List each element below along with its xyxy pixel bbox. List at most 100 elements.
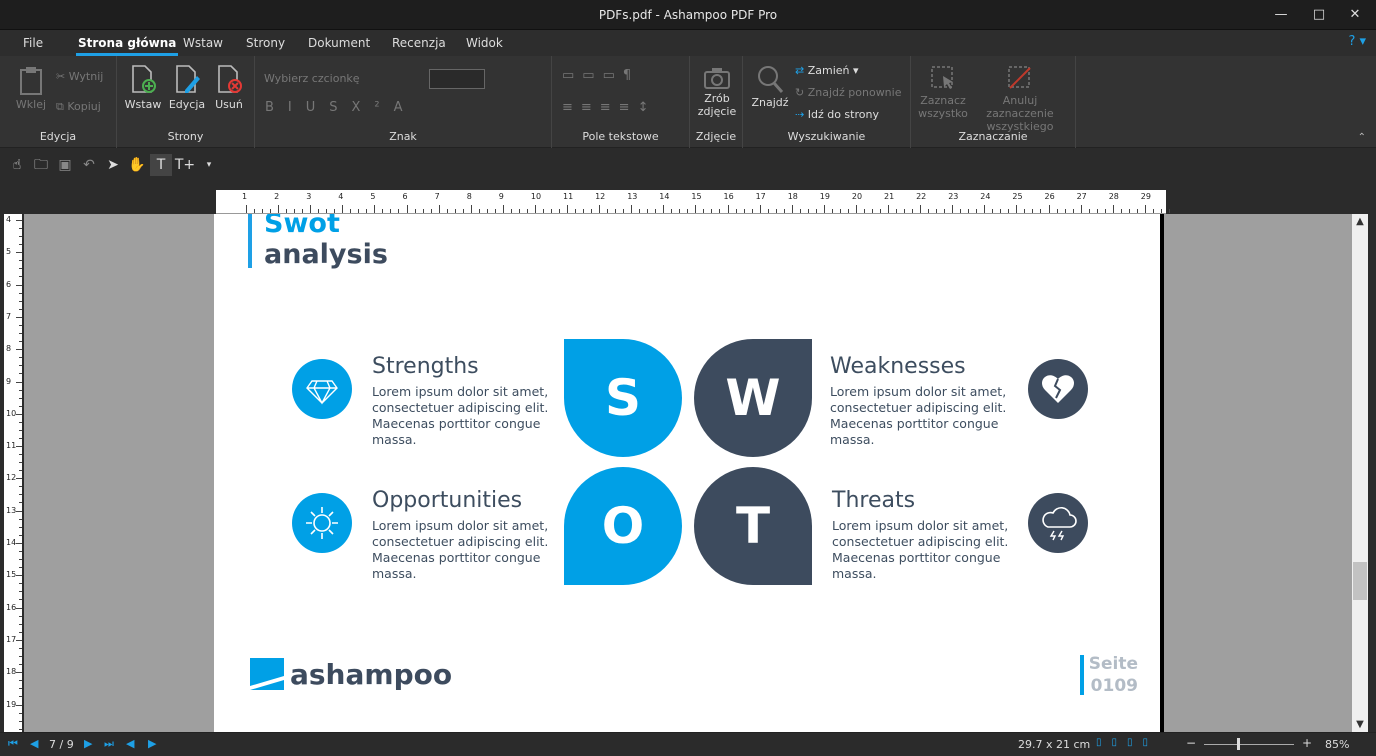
ruler-tick <box>19 623 22 625</box>
snapshot-button[interactable]: Zrób zdjęcie <box>696 66 738 118</box>
delete-page-button[interactable]: Usuń <box>211 64 247 111</box>
next-page-icon[interactable]: ▶ <box>84 737 92 750</box>
page-number: 0109 <box>1090 676 1138 696</box>
zoom-in-icon[interactable]: + <box>1302 736 1312 750</box>
menu-strona-glowna[interactable]: Strona główna <box>75 36 179 56</box>
menu-recenzja[interactable]: Recenzja <box>392 36 446 50</box>
close-button[interactable]: ✕ <box>1340 4 1370 26</box>
find-button[interactable]: Znajdź <box>751 64 789 109</box>
ruler-tick <box>19 332 22 334</box>
ruler-tick <box>19 437 22 439</box>
ruler-tick <box>1136 209 1138 213</box>
ruler-tick <box>567 205 568 213</box>
customize-toolbar-icon[interactable]: ▾ <box>198 154 220 176</box>
ruler-tick <box>398 209 400 213</box>
ruler-tick <box>647 209 649 213</box>
ruler-tick-label: 7 <box>434 192 440 201</box>
replace-button[interactable]: ⇄ Zamień ▾ <box>795 64 859 77</box>
ruler-tick <box>19 389 22 391</box>
ribbon: Wklej ✂ Wytnij ⧉ Kopiuj Edycja Wstaw Edy… <box>0 56 1376 148</box>
ruler-tick <box>1104 209 1106 213</box>
group-pole-tekstowe: ▭▭▭¶ ≡≡≡≡↕ Pole tekstowe <box>552 56 690 148</box>
font-size-select[interactable] <box>429 69 485 89</box>
title-accent-bar <box>248 214 252 268</box>
brand-name: ashampoo <box>290 658 453 691</box>
insert-page-button[interactable]: Wstaw <box>123 64 163 111</box>
menu-wstaw[interactable]: Wstaw <box>183 36 223 50</box>
collapse-ribbon-button[interactable]: ⌃ <box>1358 132 1366 143</box>
view-mode-icons[interactable]: ▯▯▯▯ <box>1096 737 1158 748</box>
format-buttons[interactable]: BIUSX²A <box>265 100 417 115</box>
ruler-tick <box>19 712 22 714</box>
ruler-tick <box>334 209 336 213</box>
font-select[interactable]: Wybierz czcionkę <box>264 72 360 85</box>
ruler-tick <box>912 209 913 213</box>
select-all-button[interactable]: Zaznacz wszystko <box>917 64 969 120</box>
ruler-tick <box>1160 209 1162 213</box>
open-folder-icon[interactable]: 🗀 <box>30 154 52 176</box>
ruler-tick <box>1032 209 1034 213</box>
ruler-tick <box>326 209 328 213</box>
ruler-tick <box>743 209 745 213</box>
zoom-slider-thumb[interactable] <box>1237 738 1240 750</box>
first-page-icon[interactable]: ⏮ <box>8 737 18 751</box>
menu-dokument[interactable]: Dokument <box>308 36 370 50</box>
ruler-tick-label: 3 <box>306 192 312 201</box>
group-label: Edycja <box>39 130 77 143</box>
paste-button[interactable]: Wklej <box>14 66 48 111</box>
add-text-icon[interactable]: T+ <box>174 154 196 176</box>
ruler-tick <box>19 365 22 367</box>
page-indicator[interactable]: 7 / 9 <box>49 738 74 751</box>
ruler-tick <box>767 209 769 213</box>
history-forward-icon[interactable]: ▶ <box>148 737 156 750</box>
menu-widok[interactable]: Widok <box>466 36 503 50</box>
ruler-tick <box>1040 209 1042 213</box>
help-button[interactable]: ? ▾ <box>1348 34 1366 49</box>
zoom-level[interactable]: 85% <box>1325 738 1349 751</box>
menu-strony[interactable]: Strony <box>246 36 285 50</box>
scroll-up-icon[interactable]: ▲ <box>1352 216 1368 227</box>
ruler-tick <box>751 209 753 213</box>
ruler-tick-label: 8 <box>466 192 472 201</box>
align-buttons[interactable]: ≡≡≡≡↕ <box>562 100 656 115</box>
scroll-down-icon[interactable]: ▼ <box>1352 719 1368 730</box>
scrollbar-thumb[interactable] <box>1353 562 1367 600</box>
zoom-out-icon[interactable]: − <box>1186 736 1196 750</box>
deselect-all-button[interactable]: Anuluj zaznaczenie wszystkiego <box>969 64 1071 133</box>
goto-page-button[interactable]: ⇢ Idź do strony <box>795 108 879 121</box>
cut-button[interactable]: ✂ Wytnij <box>56 70 112 83</box>
ruler-tick-label: 19 <box>819 192 830 201</box>
ruler-tick <box>19 228 22 229</box>
ruler-tick <box>358 209 360 213</box>
find-again-button[interactable]: ↻ Znajdź ponownie <box>795 86 901 99</box>
copy-icon: ⧉ <box>56 100 68 113</box>
ruler-tick-label: 2 <box>274 192 280 201</box>
ruler-tick <box>262 209 263 213</box>
pan-hand-icon[interactable]: ✋ <box>126 154 148 176</box>
hand-pointer-icon[interactable]: ☝ <box>6 154 28 176</box>
undo-icon[interactable]: ↶ <box>78 154 100 176</box>
ruler-tick <box>791 205 793 213</box>
minimize-button[interactable]: — <box>1266 4 1296 26</box>
zoom-slider[interactable] <box>1204 744 1294 745</box>
select-cursor-icon[interactable]: ➤ <box>102 154 124 176</box>
last-page-icon[interactable]: ⏭ <box>104 737 114 751</box>
vertical-scrollbar[interactable]: ▲ ▼ <box>1352 214 1368 732</box>
history-back-icon[interactable]: ◀ <box>126 737 134 750</box>
text-tool-icon[interactable]: T <box>150 154 172 176</box>
clipboard-icon <box>20 67 42 95</box>
ruler-tick <box>823 205 825 213</box>
maximize-button[interactable]: □ <box>1304 4 1334 26</box>
textbox-buttons[interactable]: ▭▭▭¶ <box>562 68 639 83</box>
petal-t: T <box>694 467 812 585</box>
edit-page-button[interactable]: Edycja <box>167 64 207 111</box>
ruler-tick-label: 1 <box>242 192 248 201</box>
ruler-tick <box>16 704 22 706</box>
prev-page-icon[interactable]: ◀ <box>30 737 38 750</box>
find-again-icon: ↻ <box>795 86 808 99</box>
ruler-tick <box>759 205 761 213</box>
menu-file[interactable]: File <box>23 36 43 50</box>
copy-button[interactable]: ⧉ Kopiuj <box>56 100 112 114</box>
save-icon[interactable]: ▣ <box>54 154 76 176</box>
ruler-tick <box>526 209 528 213</box>
